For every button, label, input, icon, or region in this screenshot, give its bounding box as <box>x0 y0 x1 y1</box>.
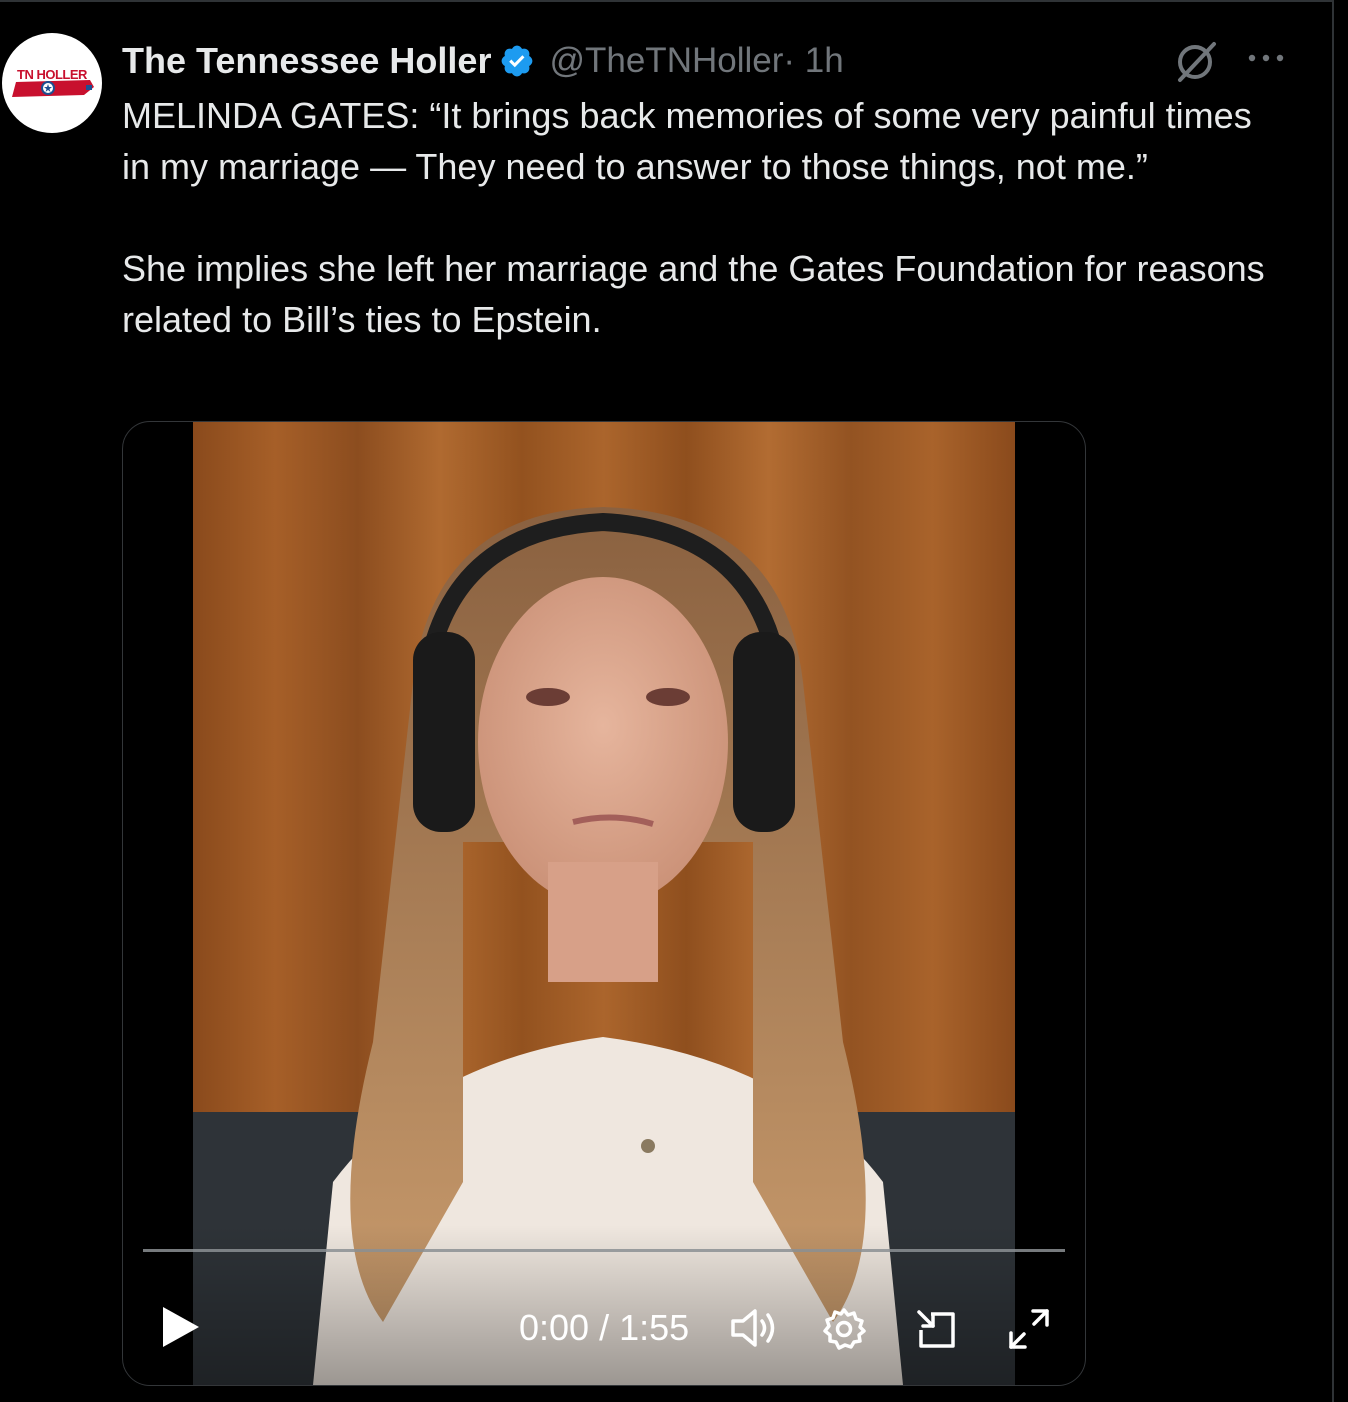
picture-in-picture-icon[interactable] <box>915 1308 959 1350</box>
tweet-text-paragraph-1: MELINDA GATES: “It brings back memories … <box>122 95 1252 187</box>
progress-bar[interactable] <box>143 1249 1065 1252</box>
tennessee-logo-icon <box>12 80 94 97</box>
verified-badge-icon[interactable] <box>499 43 535 79</box>
top-border <box>0 0 1334 2</box>
volume-icon[interactable] <box>729 1306 779 1350</box>
settings-icon[interactable] <box>821 1306 867 1352</box>
fullscreen-icon[interactable] <box>1007 1307 1051 1351</box>
tweet-text: MELINDA GATES: “It brings back memories … <box>122 90 1282 345</box>
grok-icon[interactable] <box>1170 36 1220 86</box>
more-icon[interactable] <box>1244 46 1288 70</box>
column-border <box>1332 0 1334 1402</box>
timestamp[interactable]: · 1h <box>783 41 843 81</box>
video-player[interactable]: 0:00 / 1:55 <box>122 421 1086 1386</box>
time-readout: 0:00 / 1:55 <box>519 1307 690 1348</box>
tweet-header: The Tennessee Holler @TheTNHoller · 1h <box>122 38 844 84</box>
author-name[interactable]: The Tennessee Holler <box>122 40 491 82</box>
avatar[interactable]: TN HOLLER <box>2 33 102 133</box>
play-icon[interactable] <box>159 1305 203 1349</box>
tweet-text-paragraph-2: She implies she left her marriage and th… <box>122 248 1265 340</box>
author-handle[interactable]: @TheTNHoller <box>549 41 783 81</box>
